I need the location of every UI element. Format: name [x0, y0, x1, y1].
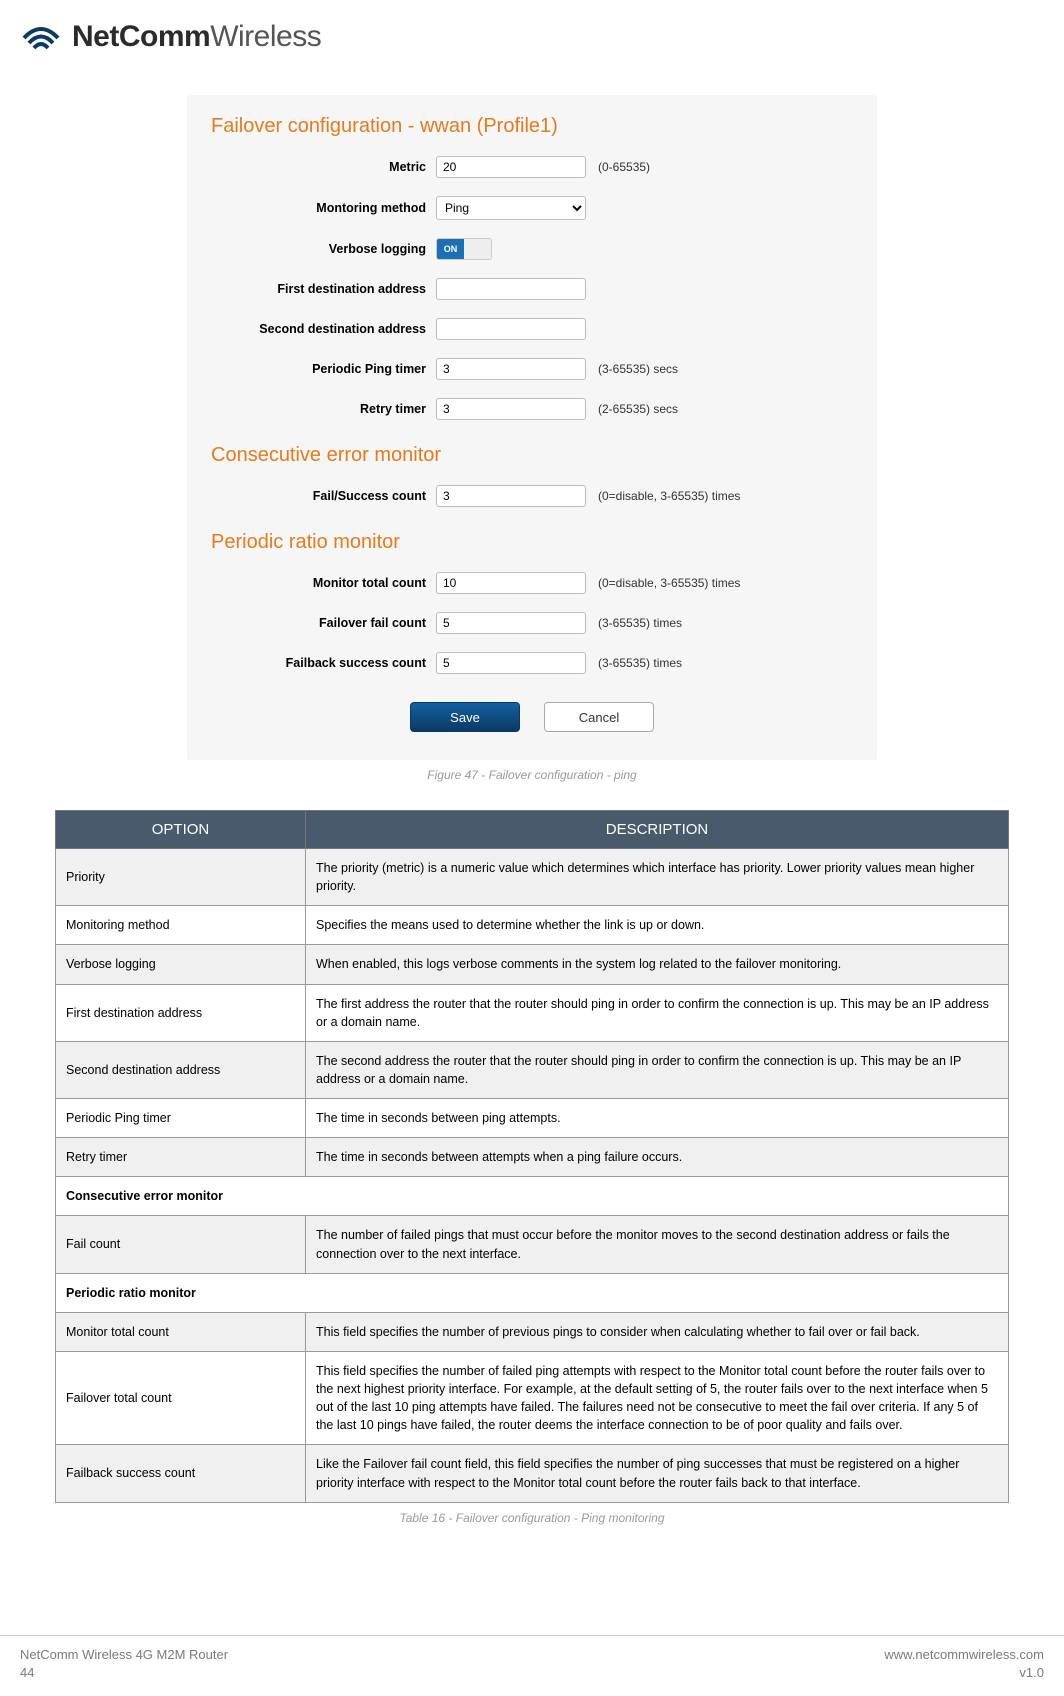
metric-label: Metric [211, 160, 436, 174]
fail-success-hint: (0=disable, 3-65535) times [598, 489, 740, 503]
retry-timer-hint: (2-65535) secs [598, 402, 678, 416]
brand-name: NetCommWireless [72, 20, 321, 54]
table-caption: Table 16 - Failover configuration - Ping… [55, 1511, 1009, 1525]
th-description: DESCRIPTION [306, 811, 1009, 849]
page-header: NetCommWireless [0, 0, 1064, 65]
table-row: Second destination addressThe second add… [56, 1041, 1009, 1098]
second-dest-input[interactable] [436, 318, 586, 340]
first-dest-input[interactable] [436, 278, 586, 300]
table-row: Failover total countThis field specifies… [56, 1351, 1009, 1445]
footer-url: www.netcommwireless.com [884, 1646, 1044, 1664]
failover-fail-label: Failover fail count [211, 616, 436, 630]
page-footer: NetComm Wireless 4G M2M Router 44 www.ne… [0, 1635, 1064, 1696]
failback-success-input[interactable] [436, 652, 586, 674]
ping-timer-hint: (3-65535) secs [598, 362, 678, 376]
first-dest-label: First destination address [211, 282, 436, 296]
table-row: Monitoring methodSpecifies the means use… [56, 906, 1009, 945]
table-row: First destination addressThe first addre… [56, 984, 1009, 1041]
failback-success-hint: (3-65535) times [598, 656, 682, 670]
cancel-button[interactable]: Cancel [544, 702, 654, 732]
table-row: Fail countThe number of failed pings tha… [56, 1216, 1009, 1273]
ping-timer-input[interactable] [436, 358, 586, 380]
fail-success-input[interactable] [436, 485, 586, 507]
config-title: Failover configuration - wwan (Profile1) [211, 115, 853, 138]
table-row: Periodic Ping timerThe time in seconds b… [56, 1099, 1009, 1138]
table-subhead: Periodic ratio monitor [56, 1273, 1009, 1312]
monitoring-label: Montoring method [211, 201, 436, 215]
second-dest-label: Second destination address [211, 322, 436, 336]
ping-timer-label: Periodic Ping timer [211, 362, 436, 376]
monitor-total-label: Monitor total count [211, 576, 436, 590]
figure-caption: Figure 47 - Failover configuration - pin… [55, 768, 1009, 782]
footer-page: 44 [20, 1664, 228, 1682]
retry-timer-label: Retry timer [211, 402, 436, 416]
toggle-off-label [464, 239, 491, 259]
table-row: Verbose loggingWhen enabled, this logs v… [56, 945, 1009, 984]
save-button[interactable]: Save [410, 702, 520, 732]
table-row: Monitor total countThis field specifies … [56, 1312, 1009, 1351]
failover-fail-hint: (3-65535) times [598, 616, 682, 630]
table-row: PriorityThe priority (metric) is a numer… [56, 849, 1009, 906]
monitor-total-hint: (0=disable, 3-65535) times [598, 576, 740, 590]
cem-title: Consecutive error monitor [211, 444, 853, 467]
toggle-on-label: ON [437, 239, 464, 259]
failover-config-panel: Failover configuration - wwan (Profile1)… [187, 95, 877, 760]
verbose-toggle[interactable]: ON [436, 238, 492, 260]
verbose-label: Verbose logging [211, 242, 436, 256]
fail-success-label: Fail/Success count [211, 489, 436, 503]
wifi-logo-icon [20, 18, 62, 55]
metric-hint: (0-65535) [598, 160, 650, 174]
failover-fail-input[interactable] [436, 612, 586, 634]
th-option: OPTION [56, 811, 306, 849]
table-row: Retry timerThe time in seconds between a… [56, 1138, 1009, 1177]
monitor-total-input[interactable] [436, 572, 586, 594]
table-subhead: Consecutive error monitor [56, 1177, 1009, 1216]
failback-success-label: Failback success count [211, 656, 436, 670]
footer-version: v1.0 [884, 1664, 1044, 1682]
footer-product: NetComm Wireless 4G M2M Router [20, 1646, 228, 1664]
metric-input[interactable] [436, 156, 586, 178]
description-table: OPTION DESCRIPTION PriorityThe priority … [55, 810, 1009, 1503]
retry-timer-input[interactable] [436, 398, 586, 420]
prm-title: Periodic ratio monitor [211, 531, 853, 554]
monitoring-select[interactable]: Ping [436, 196, 586, 220]
table-row: Failback success countLike the Failover … [56, 1445, 1009, 1502]
